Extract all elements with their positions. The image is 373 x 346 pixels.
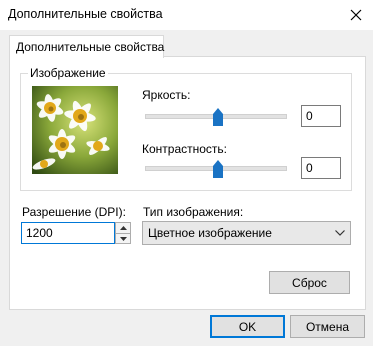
window-title: Дополнительные свойства [8, 7, 163, 21]
resolution-spinner[interactable] [115, 222, 131, 244]
spin-up-button[interactable] [116, 223, 130, 234]
ok-button[interactable]: OK [210, 315, 285, 338]
brightness-slider-thumb[interactable] [213, 108, 223, 126]
image-type-select[interactable]: Цветное изображение [142, 221, 351, 245]
chevron-up-icon [119, 226, 127, 230]
contrast-slider-thumb[interactable] [213, 160, 223, 178]
reset-button[interactable]: Сброс [269, 271, 350, 294]
resolution-label: Разрешение (DPI): [22, 205, 126, 219]
close-icon [350, 9, 362, 21]
preview-image [32, 86, 118, 174]
contrast-label: Контрастность: [142, 142, 228, 156]
contrast-value-field[interactable]: 0 [301, 157, 341, 179]
chevron-down-icon [119, 237, 127, 241]
close-button[interactable] [339, 0, 373, 30]
tab-label: Дополнительные свойства [16, 40, 165, 54]
tab-advanced-properties[interactable]: Дополнительные свойства [9, 35, 164, 58]
spin-down-button[interactable] [116, 234, 130, 244]
resolution-input[interactable]: 1200 [21, 222, 115, 244]
image-type-value: Цветное изображение [148, 226, 272, 240]
brightness-label: Яркость: [142, 88, 191, 102]
brightness-value-field[interactable]: 0 [301, 105, 341, 127]
image-type-label: Тип изображения: [143, 205, 244, 219]
chevron-down-icon [335, 230, 345, 236]
cancel-button[interactable]: Отмена [290, 315, 365, 338]
image-group-label: Изображение [28, 66, 108, 80]
